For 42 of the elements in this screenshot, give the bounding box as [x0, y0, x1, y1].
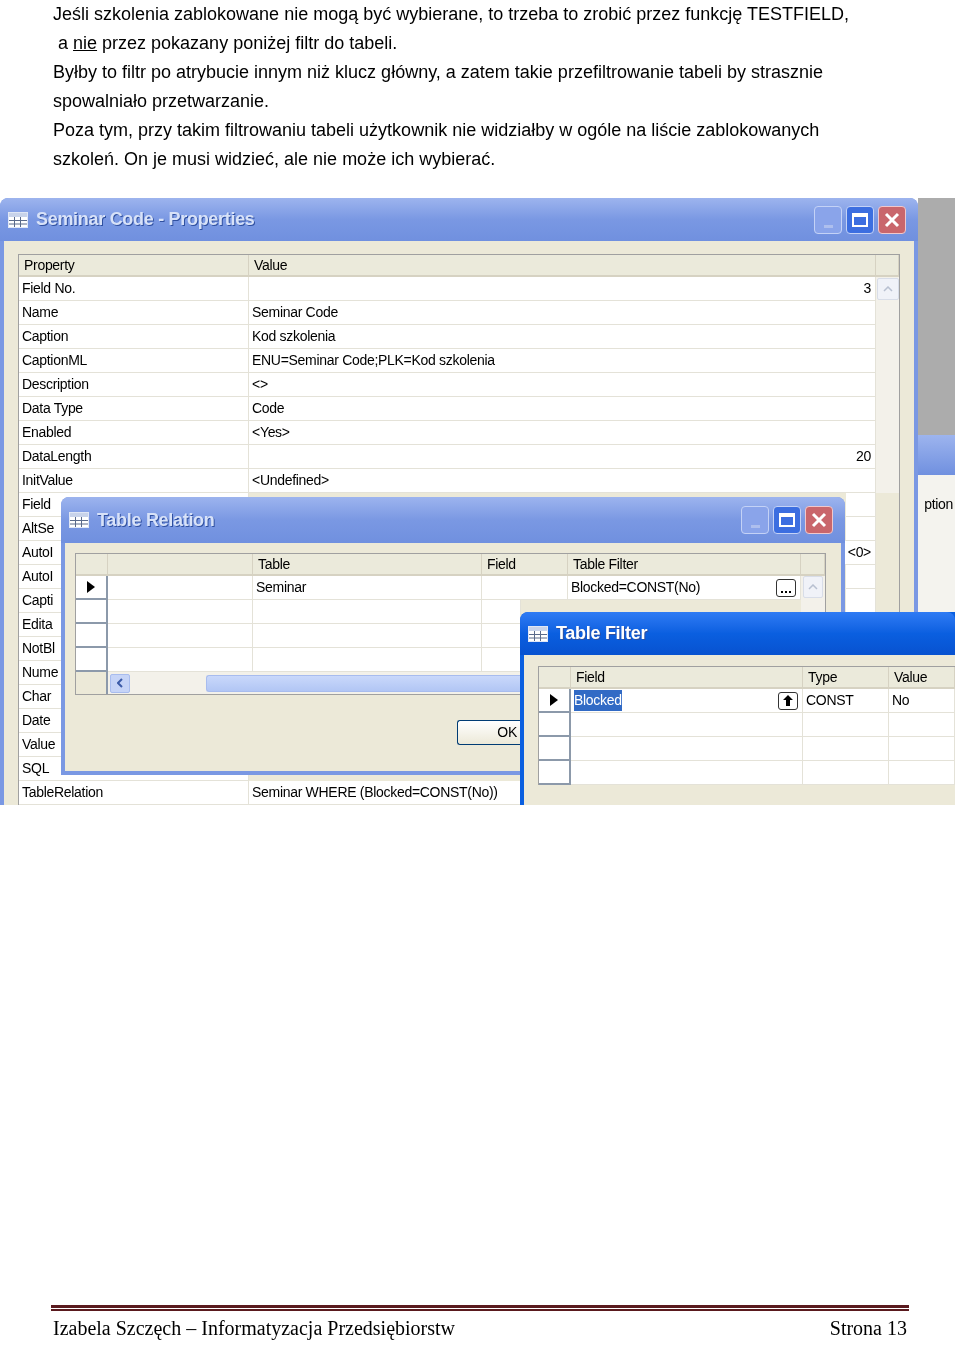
- paragraph: Jeśli szkolenia zablokowane nie mogą być wybierane, to trzeba to zrobić przez funkcję TESTFIELD,: [53, 3, 851, 26]
- table-cell: TableRelation: [19, 781, 249, 805]
- table-cell: ENU=Seminar Code;PLK=Kod szkolenia: [249, 349, 876, 373]
- table-cell: Code: [249, 397, 876, 421]
- table-cell: Kod szkolenia: [249, 325, 876, 349]
- table-cell: 3: [249, 277, 876, 301]
- table-cell: Blocked=CONST(No): [568, 576, 801, 600]
- window-title: Seminar Code - Properties: [36, 208, 255, 231]
- table-cell: Enabled: [19, 421, 249, 445]
- column-header[interactable]: Field: [571, 667, 803, 689]
- page-number: Strona 13: [829, 1316, 907, 1341]
- column-header[interactable]: Value: [249, 255, 876, 277]
- table-cell: <Yes>: [249, 421, 876, 445]
- table-cell: Seminar: [253, 576, 482, 600]
- table-cell: <>: [249, 373, 876, 397]
- table-cell: No: [889, 689, 955, 713]
- paragraph: Byłby to filtr po atrybucie innym niż klucz główny, a zatem takie przefiltrowanie tabeli by strasznie spowalniało przetwarzanie.: [53, 61, 824, 113]
- paragraph: a nie przez pokazany poniżej filtr do tabeli.: [57, 32, 399, 55]
- column-header[interactable]: Property: [19, 255, 249, 277]
- table-cell: <Undefined>: [249, 469, 876, 493]
- table-cell: Seminar Code: [249, 301, 876, 325]
- table-cell: Name: [19, 301, 249, 325]
- column-header[interactable]: Type: [803, 667, 889, 689]
- footer-text: Izabela Szczęch – Informatyzacja Przedsiębiorstw: [53, 1316, 456, 1342]
- column-header[interactable]: Table Filter: [568, 554, 801, 576]
- column-header[interactable]: Value: [889, 667, 955, 689]
- table-cell: CaptionML: [19, 349, 249, 373]
- table-cell: Data Type: [19, 397, 249, 421]
- table-cell: CONST: [803, 689, 889, 713]
- paragraph: Poza tym, przy takim filtrowaniu tabeli użytkownik nie widziałby w ogóle na liście zablokowanych szkoleń. On je musi widzieć, ale nie może ich wybierać.: [53, 119, 821, 171]
- column-header: ption: [924, 495, 954, 514]
- window-title: Table Filter: [556, 622, 648, 645]
- column-header[interactable]: Table: [253, 554, 482, 576]
- table-cell: 20: [249, 445, 876, 469]
- ok-button[interactable]: OK: [457, 720, 520, 745]
- table-cell: DataLength: [19, 445, 249, 469]
- table-cell: InitValue: [19, 469, 249, 493]
- table-cell: Caption: [19, 325, 249, 349]
- selected-text[interactable]: Blocked: [574, 690, 622, 711]
- table-cell: Field No.: [19, 277, 249, 301]
- table-cell: Description: [19, 373, 249, 397]
- column-header[interactable]: Field: [482, 554, 568, 576]
